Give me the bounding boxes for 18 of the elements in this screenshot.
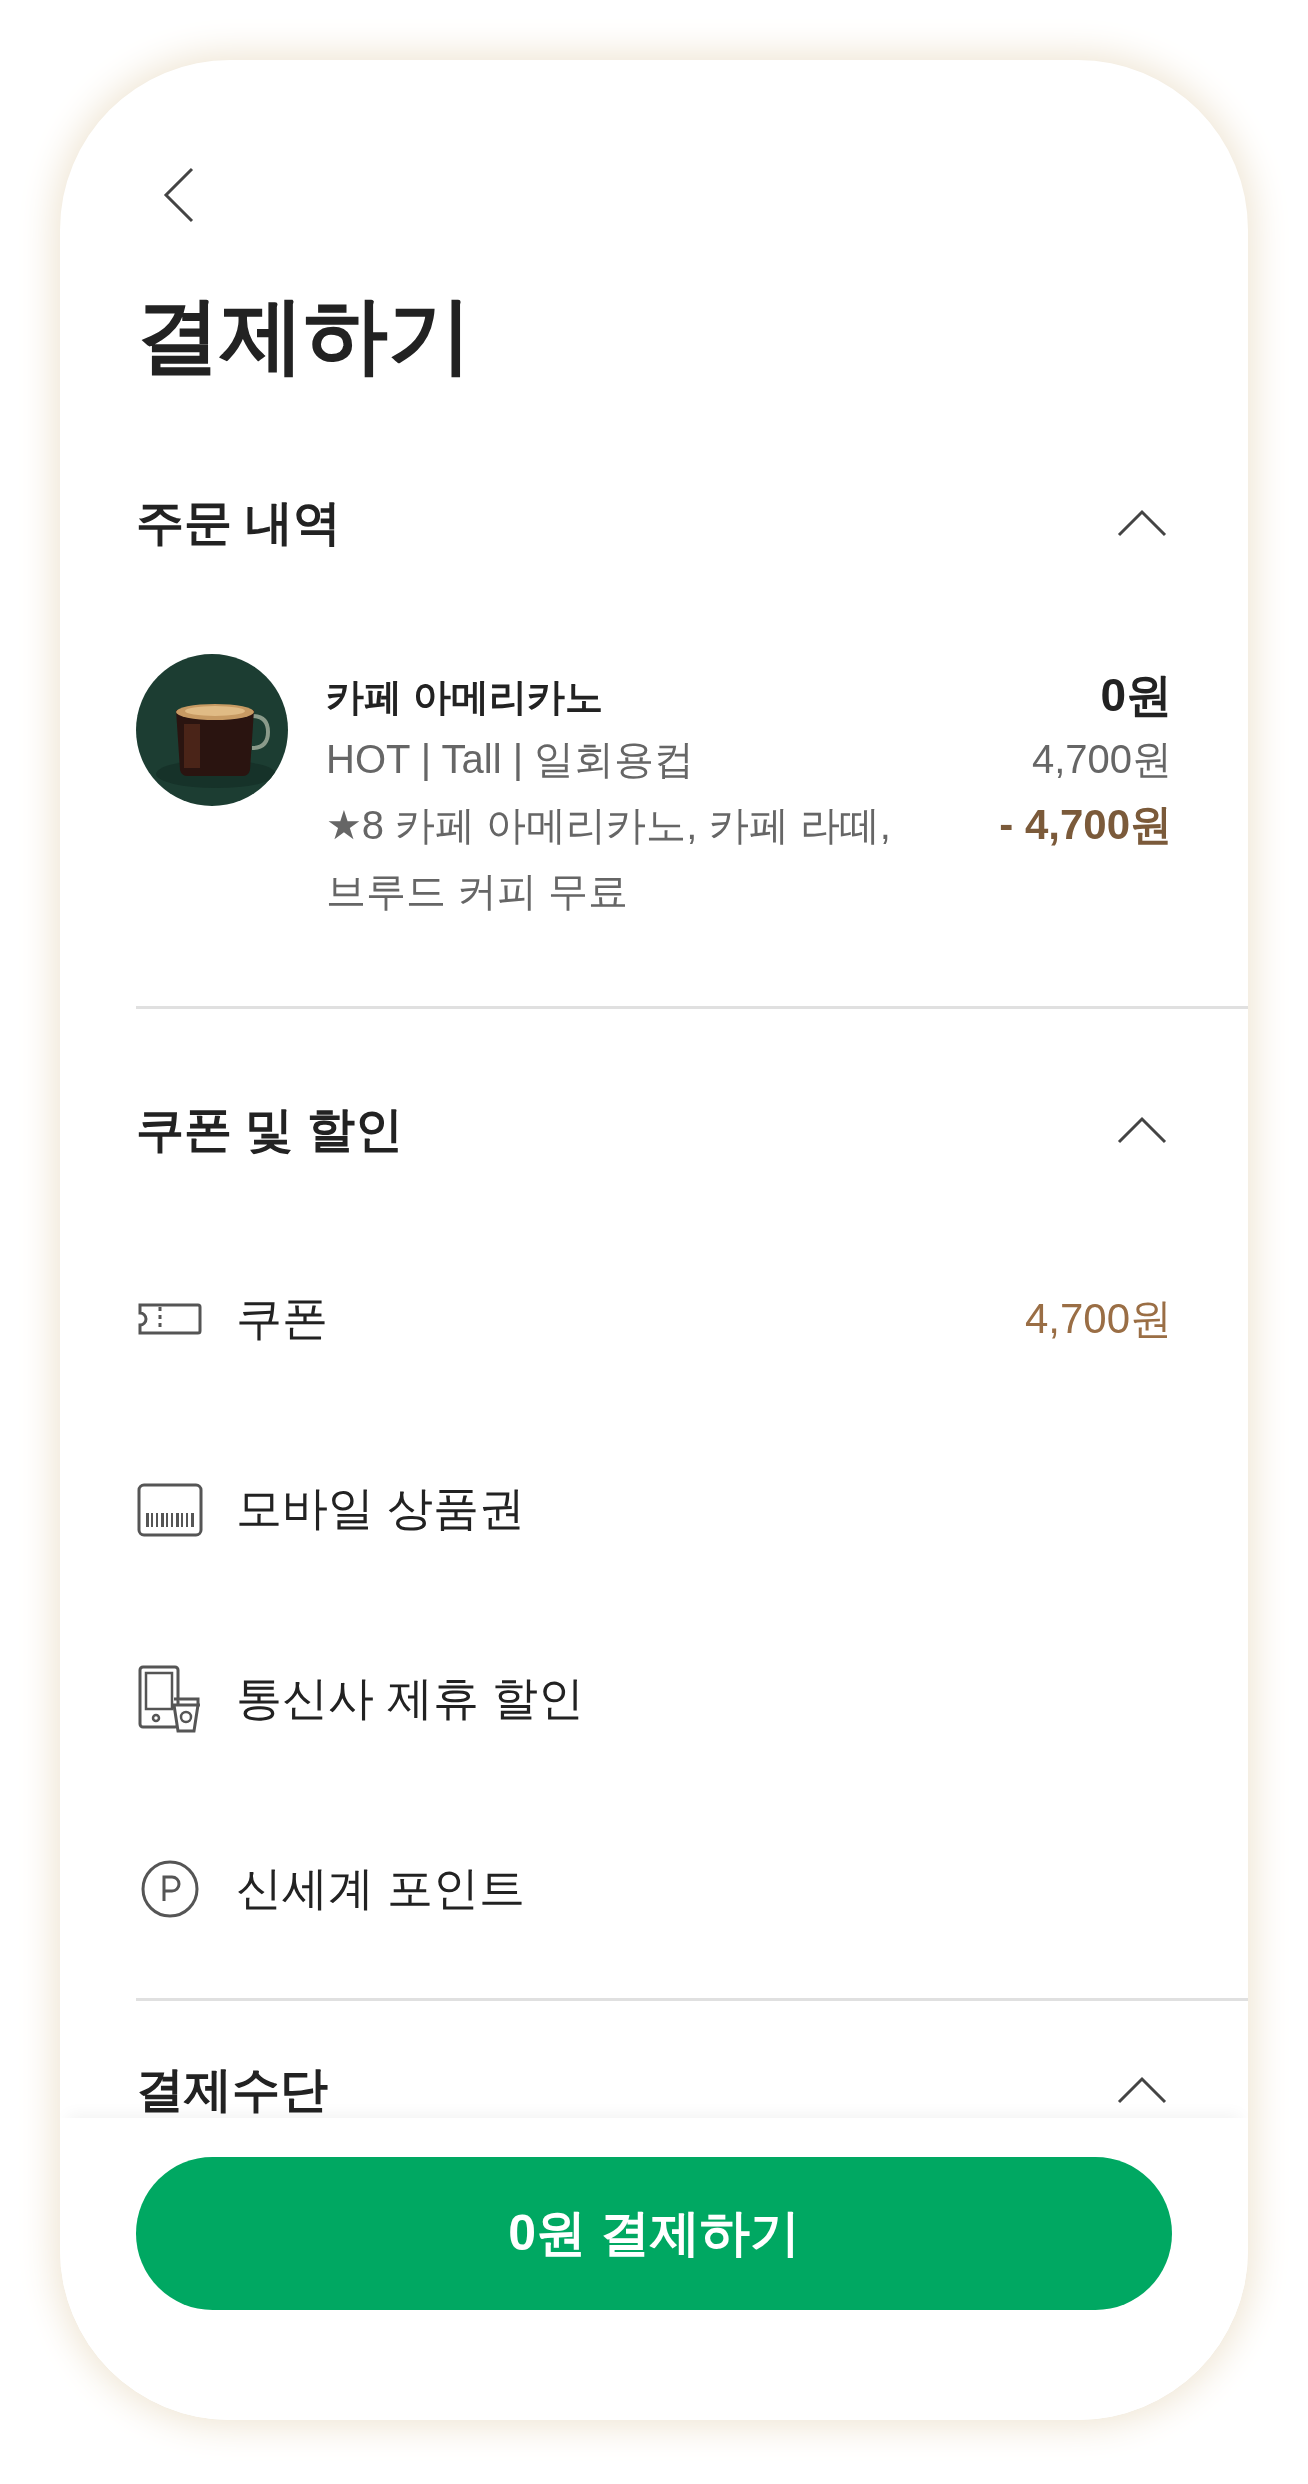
section-title: 주문 내역 — [136, 494, 342, 551]
original-price: 4,700원 — [1031, 736, 1172, 784]
chevron-up-icon[interactable] — [1116, 1115, 1168, 1146]
product-options: HOT | Tall | 일회용컵 — [326, 726, 926, 793]
final-price: 0원 — [1100, 668, 1172, 724]
product-name: 카페 아메리카노 — [326, 675, 604, 721]
discount-amount: - 4,700원 — [999, 800, 1172, 851]
discount-value: 4,700원 — [1024, 1293, 1172, 1344]
chevron-up-icon[interactable] — [1116, 508, 1168, 538]
chevron-up-icon[interactable] — [1116, 2074, 1168, 2105]
discount-option[interactable]: 통신사 제휴 할인 — [236, 1667, 584, 1730]
discount-option[interactable]: 신세계 포인트 — [236, 1857, 525, 1920]
discount-option[interactable]: 모바일 상품권 — [236, 1477, 525, 1540]
section-title: 결제수단 — [136, 2061, 328, 2118]
benefit-text: ★8 카페 아메리카노, 카페 라떼, 브루드 커피 무료 — [326, 802, 892, 916]
section-title: 쿠폰 및 할인 — [136, 1102, 403, 1159]
page-title: 결제하기 — [136, 287, 473, 384]
discount-option[interactable]: 쿠폰 — [236, 1287, 328, 1350]
